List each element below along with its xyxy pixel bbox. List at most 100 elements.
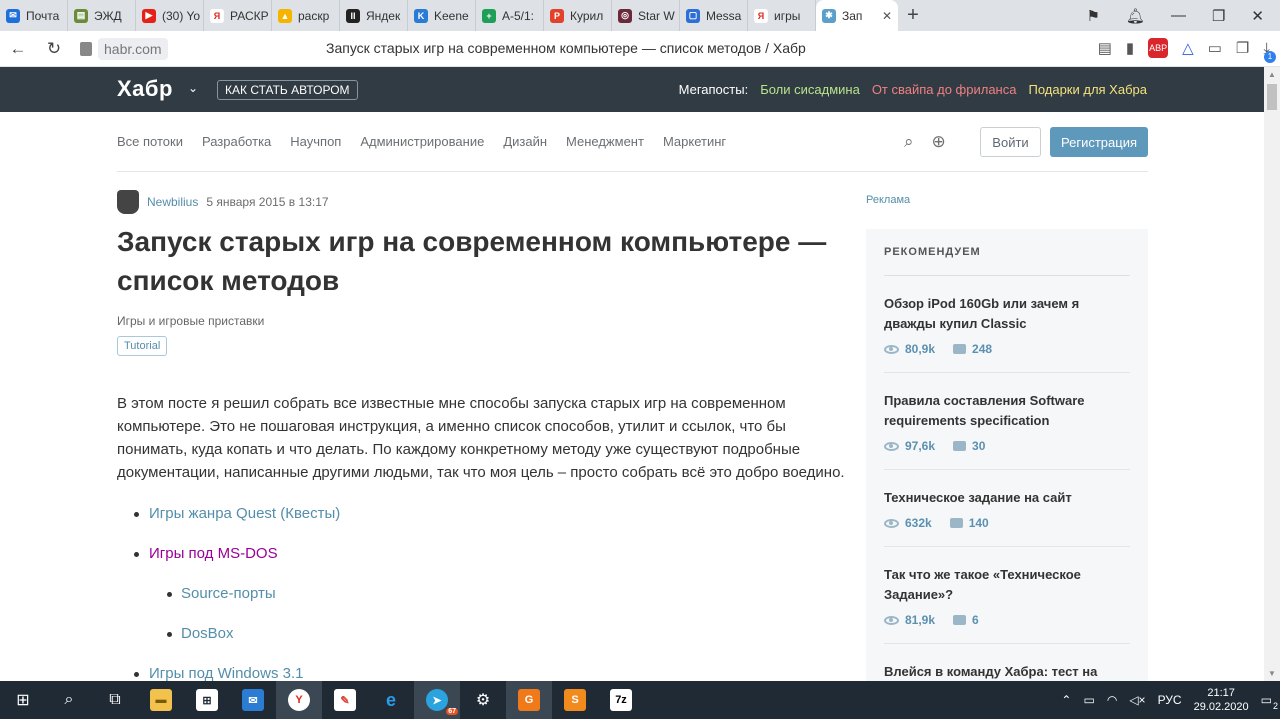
register-button[interactable]: Регистрация xyxy=(1050,127,1148,157)
toc-link[interactable]: Игры жанра Quest (Квесты) xyxy=(117,504,847,524)
article-hub-link[interactable]: Игры и игровые приставки xyxy=(117,314,847,328)
browser-tab[interactable]: ▢ Messa xyxy=(680,0,748,31)
file-explorer-icon[interactable]: ▬ xyxy=(138,681,184,719)
become-author-button[interactable]: КАК СТАТЬ АВТОРОМ xyxy=(217,80,358,100)
author-link[interactable]: Newbilius xyxy=(147,195,198,209)
comments-count[interactable]: 248 xyxy=(953,342,992,356)
chevron-down-icon[interactable]: ⌄ xyxy=(188,81,198,95)
windows-start-icon[interactable]: ⊞ xyxy=(0,681,46,719)
browser-tab[interactable]: P Курил xyxy=(544,0,612,31)
avatar[interactable] xyxy=(117,190,139,214)
ad-label[interactable]: Реклама xyxy=(866,194,910,206)
url-field[interactable]: habr.com xyxy=(80,37,168,60)
reader-mode-icon[interactable]: ▤ xyxy=(1098,39,1112,57)
hub-link[interactable]: Дизайн xyxy=(503,134,547,149)
recommended-post-title[interactable]: Обзор iPod 160Gb или зачем я дважды купи… xyxy=(884,294,1130,334)
restore-window-icon[interactable]: ❐ xyxy=(1212,7,1225,25)
recommended-post-title[interactable]: Правила составления Software requirement… xyxy=(884,391,1130,431)
hub-link[interactable]: Все потоки xyxy=(117,134,183,149)
browser-tab[interactable]: + А-5/1: xyxy=(476,0,544,31)
hub-link[interactable]: Администрирование xyxy=(360,134,484,149)
close-window-icon[interactable]: ✕ xyxy=(1251,7,1264,25)
browser-tab[interactable]: K Keene xyxy=(408,0,476,31)
reload-button[interactable]: ↻ xyxy=(36,39,72,59)
yandex-browser-icon[interactable]: Y xyxy=(276,681,322,719)
globe-icon[interactable]: ⊕ xyxy=(932,132,946,152)
adblock-extension-icon[interactable]: ABP xyxy=(1148,38,1169,58)
battery-icon[interactable]: ▭ xyxy=(1208,39,1222,57)
settings-icon[interactable]: ⚙ xyxy=(460,681,506,719)
store-icon[interactable]: ⊞ xyxy=(184,681,230,719)
eye-icon xyxy=(884,441,899,451)
recommended-post-title[interactable]: Так что же такое «Техническое Задание»? xyxy=(884,565,1130,605)
browser-tab[interactable]: ▶ (30) Yo xyxy=(136,0,204,31)
browser-tab[interactable]: ◎ Star W xyxy=(612,0,680,31)
clock[interactable]: 21:17 29.02.2020 xyxy=(1194,686,1249,714)
comments-count[interactable]: 140 xyxy=(949,516,989,530)
page-scrollbar[interactable]: ▲ ▼ xyxy=(1264,67,1280,681)
hub-link[interactable]: Научпоп xyxy=(290,134,341,149)
recommended-post[interactable]: Обзор iPod 160Gb или зачем я дважды купи… xyxy=(884,276,1130,373)
active-browser-tab[interactable]: ✱ Зап ✕ xyxy=(816,0,898,31)
task-view-icon[interactable]: ⧉ xyxy=(92,681,138,719)
browser-tab[interactable]: ▲ раскр xyxy=(272,0,340,31)
toc-link[interactable]: DosBox xyxy=(117,624,847,644)
browser-tab[interactable]: Яигры xyxy=(748,0,816,31)
hubs-nav: Все потоки Разработка Научпоп Администриров… xyxy=(117,112,1148,172)
hub-link[interactable]: Маркетинг xyxy=(663,134,726,149)
habr-logo[interactable]: Хабр xyxy=(117,76,173,102)
toc-link[interactable]: Игры под MS-DOS xyxy=(117,544,847,564)
search-icon[interactable]: ⌕ xyxy=(46,681,92,719)
network-icon[interactable]: ▭ xyxy=(1083,693,1094,707)
volume-icon[interactable]: ◁× xyxy=(1129,693,1145,707)
new-tab-button[interactable]: + xyxy=(898,4,928,27)
toc-link[interactable]: Source-порты xyxy=(117,584,847,604)
megapost-link[interactable]: Боли сисадмина xyxy=(760,82,860,97)
alice-icon[interactable]: △ xyxy=(1182,39,1194,57)
recommended-post[interactable]: Правила составления Software requirement… xyxy=(884,373,1130,470)
browser-tab[interactable]: ✉ Почта xyxy=(0,0,68,31)
mail-icon[interactable]: ✉ xyxy=(230,681,276,719)
back-button[interactable]: ← xyxy=(0,39,36,59)
chevron-up-icon[interactable]: ⌃ xyxy=(1061,693,1071,707)
browser-tab[interactable]: II Яндек xyxy=(340,0,408,31)
recommended-post[interactable]: Так что же такое «Техническое Задание»? 8… xyxy=(884,547,1130,644)
search-icon[interactable]: ⌕ xyxy=(904,132,914,152)
hub-link[interactable]: Разработка xyxy=(202,134,271,149)
url-domain[interactable]: habr.com xyxy=(98,37,168,60)
language-indicator[interactable]: РУС xyxy=(1158,693,1182,707)
edge-icon[interactable]: e xyxy=(368,681,414,719)
bookmark-icon[interactable]: ▮ xyxy=(1126,39,1134,57)
megapost-link[interactable]: От свайпа до фриланса xyxy=(872,82,1017,97)
close-tab-icon[interactable]: ✕ xyxy=(882,9,892,23)
browser-tab[interactable]: Я РАСКР xyxy=(204,0,272,31)
scroll-up-arrow-icon[interactable]: ▲ xyxy=(1268,70,1276,79)
megapost-link[interactable]: Подарки для Хабра xyxy=(1028,82,1147,97)
notifications-icon[interactable]: ▭ 2 xyxy=(1261,693,1278,711)
article-toc: Игры жанра Quest (Квесты) Игры под MS-DOS… xyxy=(117,504,847,684)
login-button[interactable]: Войти xyxy=(980,127,1041,157)
wifi-icon[interactable]: ◠ xyxy=(1107,693,1117,707)
scroll-down-arrow-icon[interactable]: ▼ xyxy=(1268,669,1276,678)
tab-favicon-icon: Я xyxy=(754,8,768,23)
bookmarks-panel-icon[interactable]: ⚑ xyxy=(1086,7,1099,25)
downloads-icon[interactable]: ⤓ 1 xyxy=(1263,40,1276,63)
paint-icon[interactable]: ✎ xyxy=(322,681,368,719)
tab-label: (30) Yo xyxy=(162,8,201,23)
hub-link[interactable]: Менеджмент xyxy=(566,134,644,149)
system-tray: ⌃ ▭ ◠ ◁× РУС 21:17 29.02.2020 ▭ 2 xyxy=(1061,686,1280,714)
collections-icon[interactable]: ❐ xyxy=(1236,39,1249,57)
recommended-post[interactable]: Техническое задание на сайт 632k 140 xyxy=(884,470,1130,547)
sublime-text-icon[interactable]: S xyxy=(552,681,598,719)
notifications-bell-icon[interactable]: 🔔︎ xyxy=(1126,7,1145,25)
word-app-icon[interactable]: G xyxy=(506,681,552,719)
comments-count[interactable]: 6 xyxy=(953,613,979,627)
scroll-thumb[interactable] xyxy=(1267,84,1277,110)
browser-tab[interactable]: ▤ ЭЖД xyxy=(68,0,136,31)
7zip-icon[interactable]: 7z xyxy=(598,681,644,719)
telegram-icon[interactable]: ➤ 67 xyxy=(414,681,460,719)
clock-time: 21:17 xyxy=(1207,687,1235,699)
recommended-post-title[interactable]: Техническое задание на сайт xyxy=(884,488,1130,508)
comments-count[interactable]: 30 xyxy=(953,439,985,453)
minimize-window-icon[interactable]: — xyxy=(1171,7,1186,24)
